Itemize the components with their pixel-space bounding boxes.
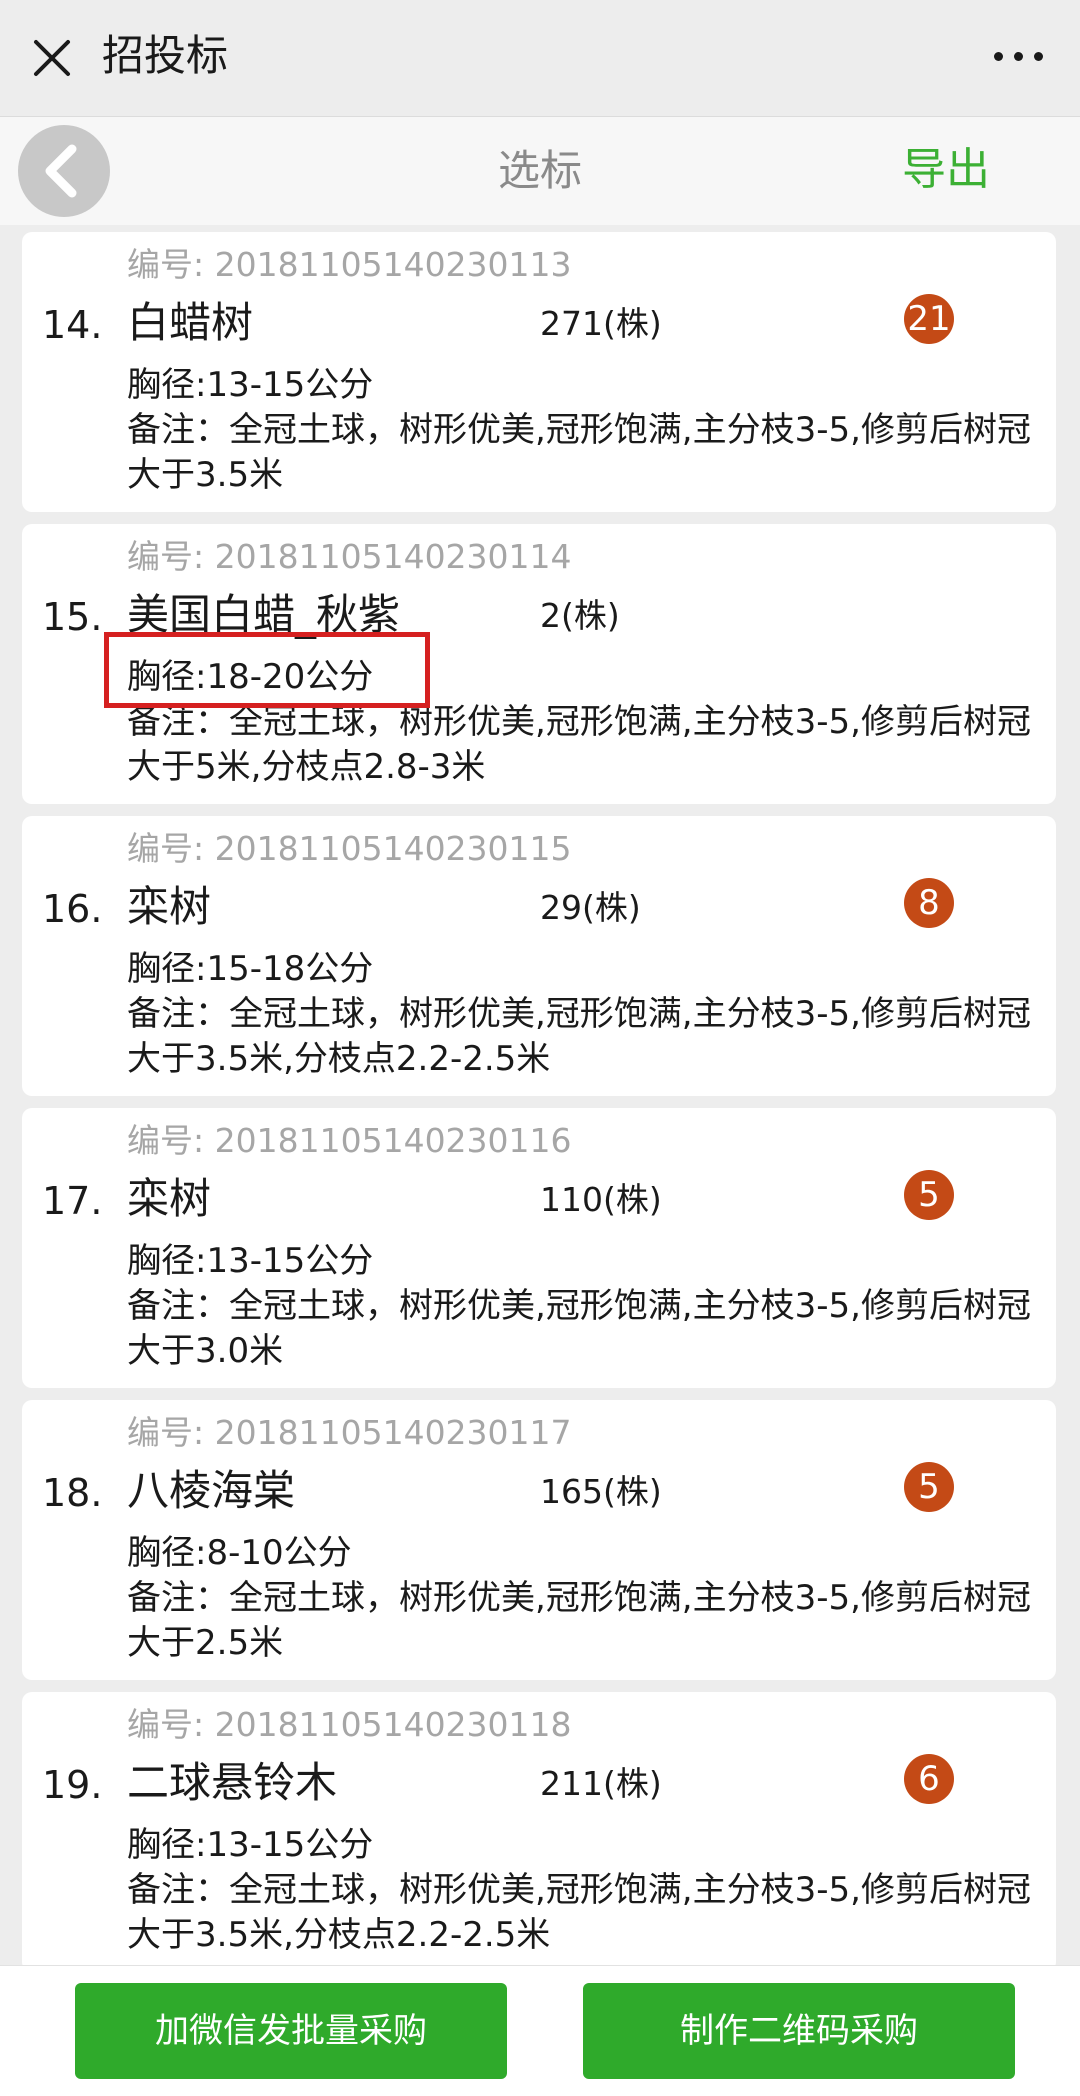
item-name: 白蜡树 xyxy=(127,298,254,347)
item-name: 二球悬铃木 xyxy=(127,1758,338,1807)
list-item[interactable]: 编号: 20181105140230114 15. 美国白蜡_秋紫 2(株) 胸… xyxy=(22,524,1056,804)
bottom-action-bar: 加微信发批量采购 制作二维码采购 xyxy=(0,1965,1080,2096)
list-item[interactable]: 编号: 20181105140230118 19. 二球悬铃木 211(株) 6… xyxy=(22,1692,1056,1972)
item-quantity: 165(株) xyxy=(540,1472,662,1511)
close-icon[interactable] xyxy=(30,36,74,80)
item-note: 备注：全冠土球，树形优美,冠形饱满,主分枝3-5,修剪后树冠大于3.5米,分枝点… xyxy=(127,994,1031,1079)
item-note: 备注：全冠土球，树形优美,冠形饱满,主分枝3-5,修剪后树冠大于3.5米 xyxy=(127,410,1031,495)
list-item[interactable]: 编号: 20181105140230117 18. 八棱海棠 165(株) 5 … xyxy=(22,1400,1056,1680)
item-name: 美国白蜡_秋紫 xyxy=(127,590,401,639)
item-quantity: 271(株) xyxy=(540,304,662,343)
item-note: 备注：全冠土球，树形优美,冠形饱满,主分枝3-5,修剪后树冠大于2.5米 xyxy=(127,1578,1031,1663)
item-note: 备注：全冠土球，树形优美,冠形饱满,主分枝3-5,修剪后树冠大于3.0米 xyxy=(127,1286,1031,1371)
item-spec: 胸径:13-15公分 xyxy=(127,365,374,405)
item-index: 16. xyxy=(42,887,103,931)
app-title: 招投标 xyxy=(102,31,229,80)
item-quantity: 29(株) xyxy=(540,888,641,927)
item-code: 编号: 20181105140230118 xyxy=(127,1705,572,1744)
item-spec: 胸径:15-18公分 xyxy=(127,949,374,989)
wechat-bulk-purchase-button[interactable]: 加微信发批量采购 xyxy=(75,1983,507,2079)
qrcode-purchase-button[interactable]: 制作二维码采购 xyxy=(583,1983,1015,2079)
item-code: 编号: 20181105140230117 xyxy=(127,1413,572,1452)
item-index: 14. xyxy=(42,303,103,347)
item-code: 编号: 20181105140230116 xyxy=(127,1121,572,1160)
item-code: 编号: 20181105140230115 xyxy=(127,829,572,868)
item-quantity: 2(株) xyxy=(540,596,620,635)
nav-bar: 选标 导出 xyxy=(0,116,1080,225)
item-index: 18. xyxy=(42,1471,103,1515)
item-index: 17. xyxy=(42,1179,103,1223)
item-spec: 胸径:13-15公分 xyxy=(127,1825,374,1865)
count-badge: 5 xyxy=(904,1170,954,1220)
item-name: 栾树 xyxy=(127,882,212,931)
item-note: 备注：全冠土球，树形优美,冠形饱满,主分枝3-5,修剪后树冠大于5米,分枝点2.… xyxy=(127,702,1031,787)
count-badge: 21 xyxy=(904,294,954,344)
item-name: 八棱海棠 xyxy=(127,1466,296,1515)
item-spec: 胸径:18-20公分 xyxy=(127,657,374,697)
count-badge: 8 xyxy=(904,878,954,928)
item-code: 编号: 20181105140230114 xyxy=(127,537,572,576)
item-quantity: 211(株) xyxy=(540,1764,662,1803)
item-spec: 胸径:8-10公分 xyxy=(127,1533,352,1573)
export-button[interactable]: 导出 xyxy=(902,139,990,201)
item-note: 备注：全冠土球，树形优美,冠形饱满,主分枝3-5,修剪后树冠大于3.5米,分枝点… xyxy=(127,1870,1031,1955)
item-index: 15. xyxy=(42,595,103,639)
list-item[interactable]: 编号: 20181105140230116 17. 栾树 110(株) 5 胸径… xyxy=(22,1108,1056,1388)
item-index: 19. xyxy=(42,1763,103,1807)
list-item[interactable]: 编号: 20181105140230113 14. 白蜡树 271(株) 21 … xyxy=(22,232,1056,512)
count-badge: 5 xyxy=(904,1462,954,1512)
list-item[interactable]: 编号: 20181105140230115 16. 栾树 29(株) 8 胸径:… xyxy=(22,816,1056,1096)
count-badge: 6 xyxy=(904,1754,954,1804)
item-name: 栾树 xyxy=(127,1174,212,1223)
item-code: 编号: 20181105140230113 xyxy=(127,245,572,284)
item-quantity: 110(株) xyxy=(540,1180,662,1219)
title-bar: 招投标 xyxy=(0,0,1080,116)
item-spec: 胸径:13-15公分 xyxy=(127,1241,374,1281)
more-icon[interactable] xyxy=(994,52,1044,64)
